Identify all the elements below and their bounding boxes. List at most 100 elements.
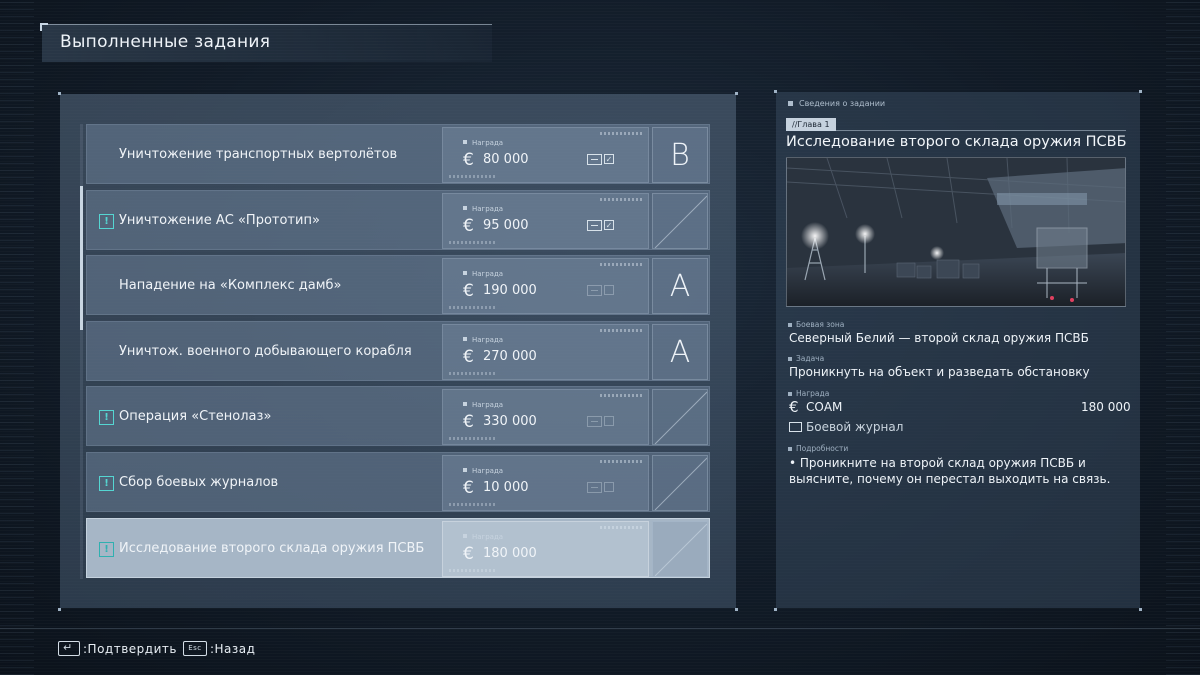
currency-icon: € [463, 543, 474, 564]
decoration [600, 328, 642, 332]
chapter-divider [786, 130, 1126, 131]
combat-log-status: ✓ [587, 219, 614, 231]
grade-box: B [652, 127, 708, 183]
reward-box: Награда € 80 000 ✓ [442, 127, 649, 183]
mission-row[interactable]: Уничтожение транспортных вертолётов Нагр… [86, 124, 710, 184]
header-corner-decoration [40, 23, 48, 31]
currency-icon: € [463, 346, 474, 367]
mission-name: Нападение на «Комплекс дамб» [119, 278, 342, 294]
combat-log-status: ✓ [587, 154, 614, 165]
mission-row[interactable]: ! Операция «Стенолаз» Награда € 330 000 [86, 386, 710, 447]
reward-box: Награда € 270 000 [442, 323, 649, 380]
mission-name: Сбор боевых журналов [119, 474, 279, 490]
esc-key-icon[interactable]: Esc [182, 641, 207, 656]
mission-row[interactable]: ! Сбор боевых журналов Награда € 10 000 [86, 451, 710, 512]
mission-name: Операция «Стенолаз» [119, 409, 272, 425]
grade-box [652, 520, 708, 577]
checkbox-icon [604, 285, 614, 296]
mission-row[interactable]: Уничтож. военного добывающего корабля На… [86, 320, 710, 381]
reward-amount: 330 000 [483, 414, 537, 430]
reward-amount: 80 000 [483, 152, 529, 167]
no-grade-slash-icon [654, 523, 707, 576]
decoration [449, 437, 497, 441]
reward-amount: 270 000 [483, 348, 537, 364]
mission-name: Уничтож. военного добывающего корабля [119, 343, 412, 359]
combat-log-status [587, 285, 614, 297]
corner-dot [774, 608, 777, 611]
mission-row[interactable]: ! Уничтожение АС «Прототип» Награда € 95 … [86, 189, 710, 250]
reward-amount: 180 000 [1081, 400, 1131, 414]
decoration [449, 502, 497, 506]
enter-key-icon[interactable] [58, 641, 80, 656]
decoration [449, 568, 497, 572]
confirm-hint[interactable]: :Подтвердить [83, 642, 177, 656]
decoration [600, 197, 642, 201]
mission-grade: B [670, 138, 690, 173]
reward-box: Награда € 95 000 ✓ [442, 192, 649, 249]
combat-log-label: Боевой журнал [806, 420, 904, 434]
combat-zone-value: Северный Белий — второй склад оружия ПСВ… [789, 331, 1089, 345]
corner-dot [735, 608, 738, 611]
currency-icon: € [789, 398, 799, 416]
combat-log-icon [587, 481, 602, 493]
no-grade-slash-icon [654, 392, 707, 445]
grade-box [652, 192, 708, 249]
currency-icon: € [463, 477, 474, 498]
details-section-label: Сведения о задании [788, 99, 885, 108]
reward-box: Награда € 180 000 [442, 520, 649, 577]
details-label: Подробности [788, 444, 848, 453]
currency-icon: € [463, 215, 474, 236]
alert-icon: ! [99, 410, 114, 426]
reward-box: Награда € 10 000 [442, 454, 649, 511]
mission-grade: A [669, 269, 691, 305]
decoration [600, 132, 642, 135]
reward-amount: 95 000 [483, 217, 529, 233]
mission-grade: A [669, 334, 691, 370]
reward-amount: 180 000 [483, 545, 537, 561]
footer-controls: :Подтвердить Esc :Назад [58, 641, 255, 656]
back-hint[interactable]: :Назад [210, 642, 255, 656]
reward-label: Награда [788, 389, 829, 398]
combat-zone-label: Боевая зона [788, 320, 844, 329]
decoration [449, 175, 497, 178]
alert-icon: ! [99, 541, 114, 557]
mission-name: Уничтожение транспортных вертолётов [119, 147, 398, 162]
decoration [449, 306, 497, 310]
mission-name: Уничтожение АС «Прототип» [119, 212, 320, 228]
footer-divider [0, 628, 1200, 629]
details-text: • Проникните на второй склад оружия ПСВБ… [789, 456, 1111, 486]
reward-label: Награда [463, 205, 503, 213]
no-grade-slash-icon [654, 457, 707, 510]
alert-icon: ! [99, 475, 114, 491]
mission-row[interactable]: ! Исследование второго склада оружия ПСВБ… [86, 517, 710, 578]
mission-list: Уничтожение транспортных вертолётов Нагр… [86, 124, 710, 583]
grade-box: A [652, 323, 708, 380]
reward-source: СОАМ [806, 400, 843, 414]
combat-log-icon [789, 422, 802, 432]
mission-name: Исследование второго склада оружия ПСВБ [119, 540, 425, 556]
alert-icon: ! [99, 213, 114, 229]
combat-log-status [587, 481, 614, 493]
reward-box: Награда € 330 000 [442, 389, 649, 446]
reward-box: Награда € 190 000 [442, 258, 649, 315]
combat-log-icon [587, 154, 602, 165]
reward-label: Награда [463, 270, 503, 278]
mission-preview-image [786, 157, 1126, 307]
combat-log-icon [587, 219, 602, 231]
grade-box: A [652, 258, 708, 315]
task-label: Задача [788, 354, 824, 363]
reward-label: Награда [463, 139, 503, 147]
scrollbar-thumb[interactable] [80, 186, 83, 330]
mission-row[interactable]: Нападение на «Комплекс дамб» Награда € 1… [86, 255, 710, 316]
grade-box [652, 454, 708, 511]
reward-label: Награда [463, 533, 503, 541]
corner-dot [1139, 608, 1142, 611]
task-value: Проникнуть на объект и разведать обстано… [789, 365, 1090, 379]
reward-label: Награда [463, 467, 503, 475]
checkbox-icon: ✓ [604, 154, 614, 164]
decoration [600, 459, 642, 463]
page-title: Выполненные задания [60, 32, 271, 52]
checkbox-icon: ✓ [604, 219, 614, 230]
decoration [600, 394, 642, 398]
grade-box [652, 389, 708, 446]
